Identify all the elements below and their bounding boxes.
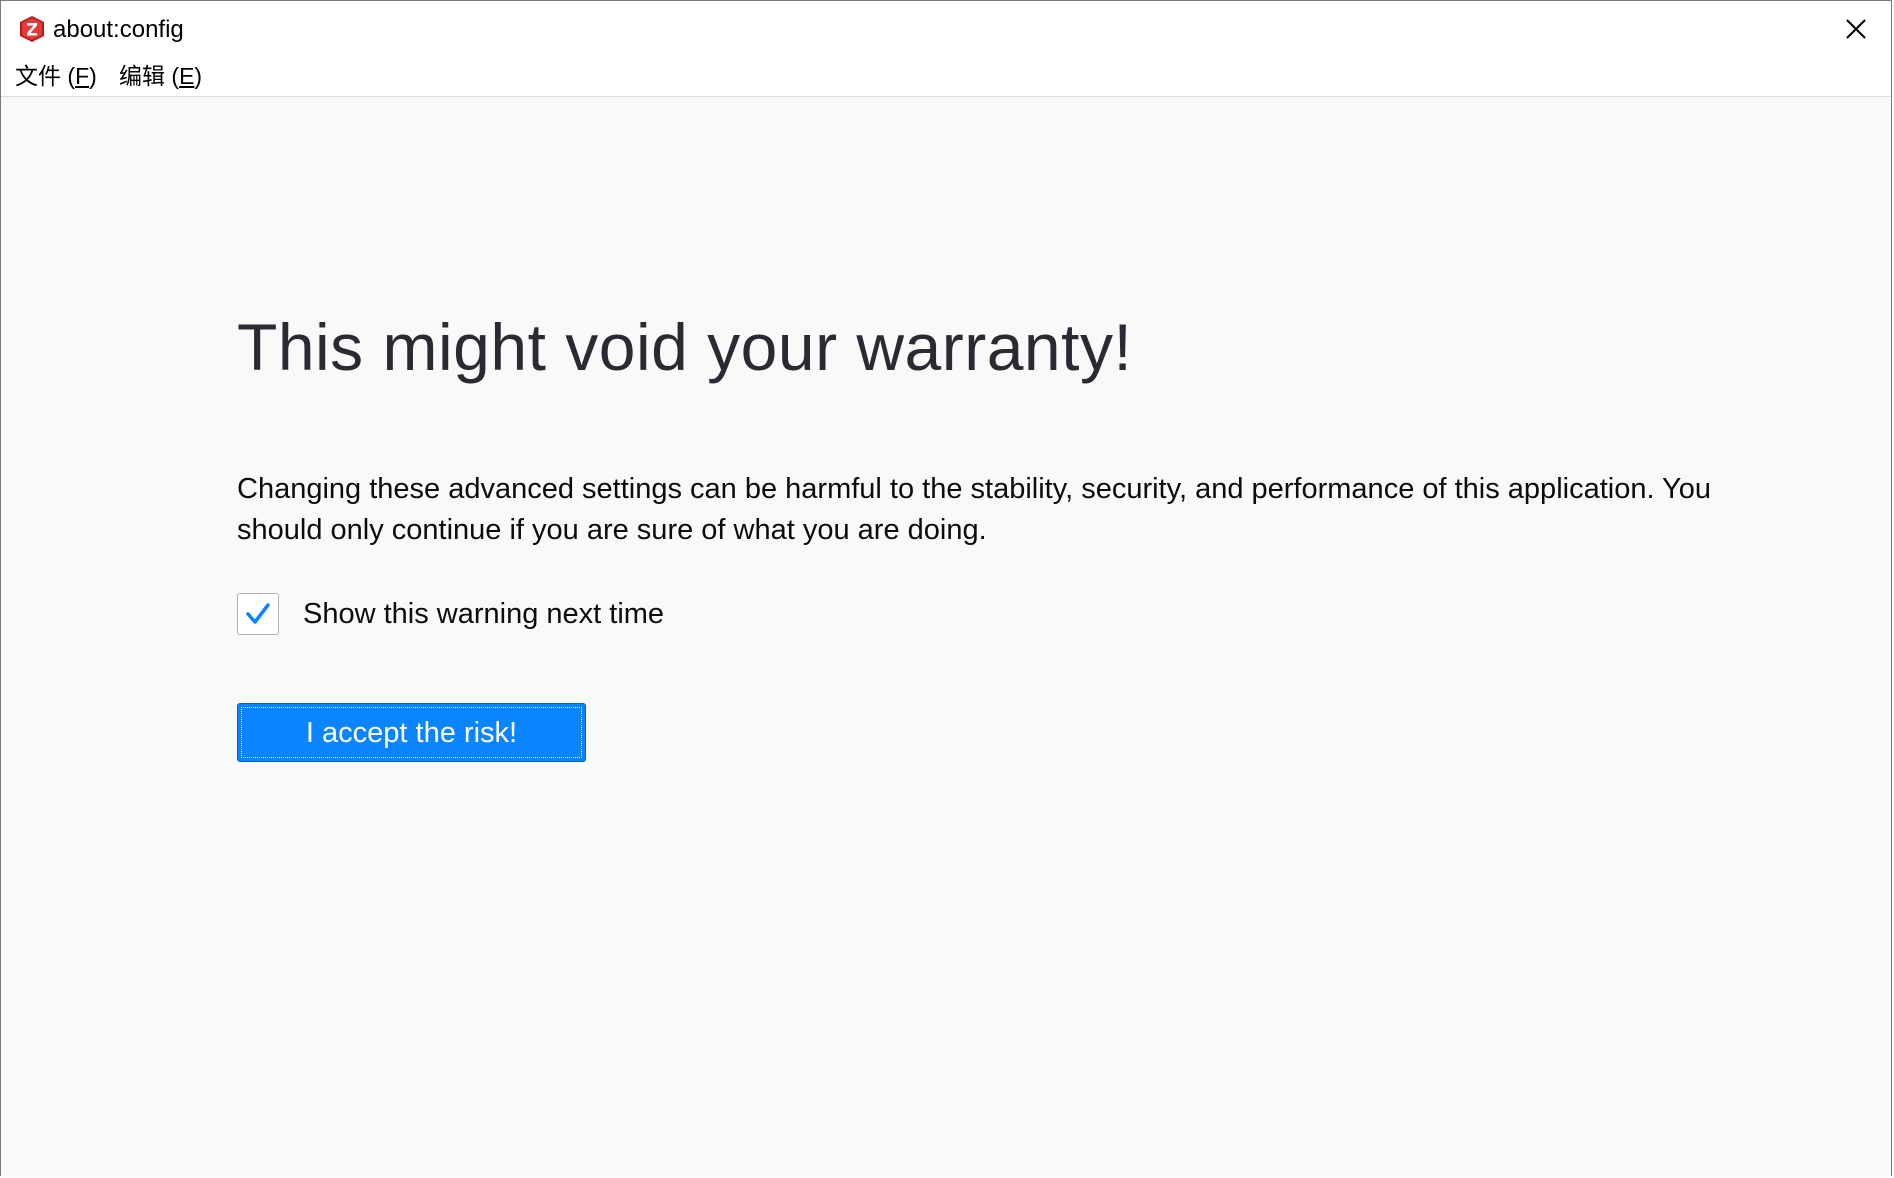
menu-file-label: 文件 ( xyxy=(15,63,76,89)
close-button[interactable] xyxy=(1821,1,1891,57)
checkmark-icon xyxy=(246,603,270,624)
menu-edit-suffix: ) xyxy=(194,63,203,89)
menu-edit-accel: E xyxy=(179,63,195,89)
show-warning-option: Show this warning next time xyxy=(237,591,664,637)
warning-heading: This might void your warranty! xyxy=(237,310,1133,384)
show-warning-label[interactable]: Show this warning next time xyxy=(303,594,664,634)
window-title: about:config xyxy=(53,16,184,43)
app-window: about:config 文件 (F) 编辑 (E) This might vo… xyxy=(0,0,1892,1177)
menu-edit-label: 编辑 ( xyxy=(119,63,180,89)
menu-file-suffix: ) xyxy=(89,63,97,89)
menu-file-accel: F xyxy=(75,63,90,89)
warning-description: Changing these advanced settings can be … xyxy=(237,473,1711,546)
accept-risk-label: I accept the risk! xyxy=(305,716,518,749)
accept-risk-button[interactable]: I accept the risk! xyxy=(237,703,586,762)
show-warning-checkbox[interactable] xyxy=(237,593,279,635)
close-icon xyxy=(1846,19,1866,39)
menu-file[interactable]: 文件 (F) xyxy=(15,61,97,91)
menu-edit[interactable]: 编辑 (E) xyxy=(119,61,202,91)
warning-page: This might void your warranty! Changing … xyxy=(1,97,1891,1177)
menu-bar: 文件 (F) 编辑 (E) xyxy=(1,57,1891,97)
title-bar: about:config xyxy=(1,1,1891,57)
app-icon xyxy=(20,16,44,42)
